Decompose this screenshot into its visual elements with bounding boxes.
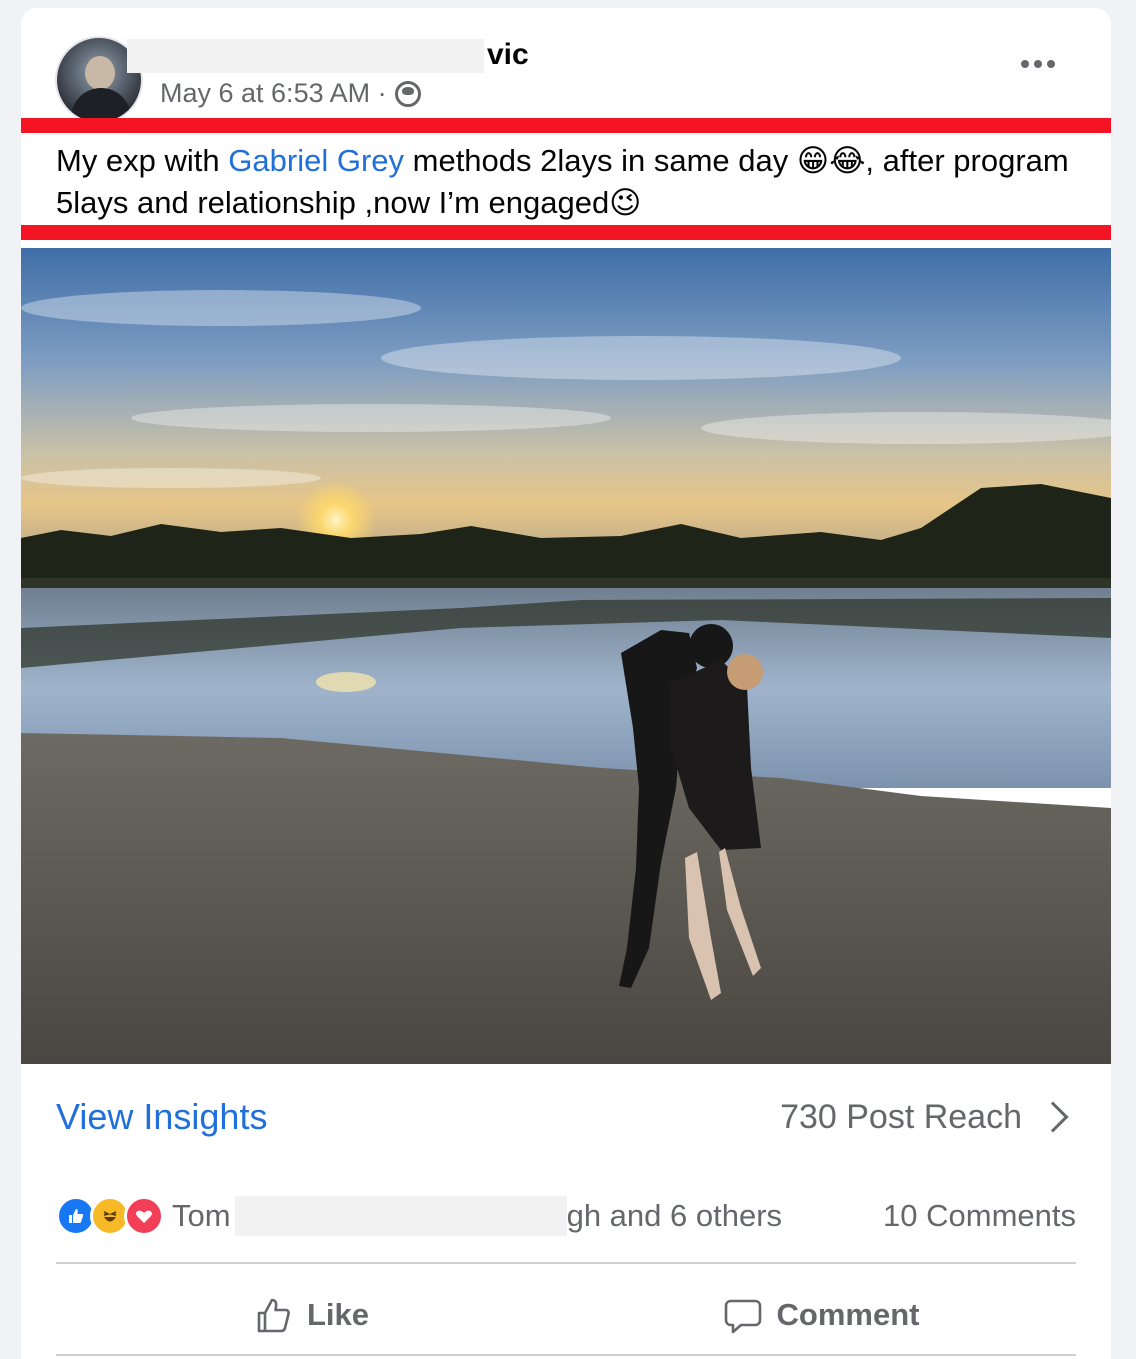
comment-icon bbox=[724, 1299, 761, 1334]
reaction-names-start[interactable]: Tom bbox=[172, 1198, 231, 1234]
post-timestamp[interactable]: May 6 at 6:53 AM · bbox=[160, 78, 387, 109]
post-photo[interactable] bbox=[21, 248, 1111, 1064]
comment-button[interactable]: Comment bbox=[566, 1276, 1076, 1354]
post-reach-button[interactable]: 730 Post Reach bbox=[780, 1098, 1076, 1137]
author-name[interactable]: vic bbox=[487, 38, 529, 72]
like-icon bbox=[257, 1298, 290, 1333]
post-reach-label: 730 Post Reach bbox=[780, 1097, 1022, 1136]
redacted-author-name bbox=[127, 39, 484, 73]
more-options-icon[interactable] bbox=[1021, 60, 1055, 68]
tagged-profile-link[interactable]: Gabriel Grey bbox=[228, 143, 404, 178]
reaction-names-end[interactable]: gh and 6 others bbox=[567, 1198, 782, 1234]
like-label: Like bbox=[306, 1297, 370, 1332]
reactions-row: Tom gh and 6 others 10 Comments bbox=[56, 1194, 1076, 1238]
comments-count[interactable]: 10 Comments bbox=[883, 1198, 1076, 1234]
post-text: My exp with Gabriel Grey methods 2lays i… bbox=[56, 140, 1076, 224]
reaction-icons[interactable] bbox=[56, 1196, 164, 1236]
bottom-divider bbox=[56, 1354, 1076, 1356]
friends-icon bbox=[394, 80, 421, 107]
view-insights-link[interactable]: View Insights bbox=[56, 1096, 267, 1138]
post-card: vic May 6 at 6:53 AM · My exp with Gabri… bbox=[21, 8, 1111, 1359]
redacted-reactor-names bbox=[234, 1196, 567, 1236]
comment-label: Comment bbox=[776, 1297, 920, 1332]
insights-row: View Insights 730 Post Reach bbox=[56, 1096, 1076, 1138]
post-meta: May 6 at 6:53 AM · bbox=[160, 78, 421, 109]
like-button[interactable]: Like bbox=[56, 1276, 566, 1354]
actions-divider bbox=[56, 1262, 1076, 1264]
love-reaction-icon bbox=[124, 1196, 164, 1236]
post-actions: Like Comment bbox=[56, 1276, 1076, 1354]
post-text-before: My exp with bbox=[56, 143, 229, 178]
chevron-right-icon bbox=[1037, 1101, 1069, 1133]
